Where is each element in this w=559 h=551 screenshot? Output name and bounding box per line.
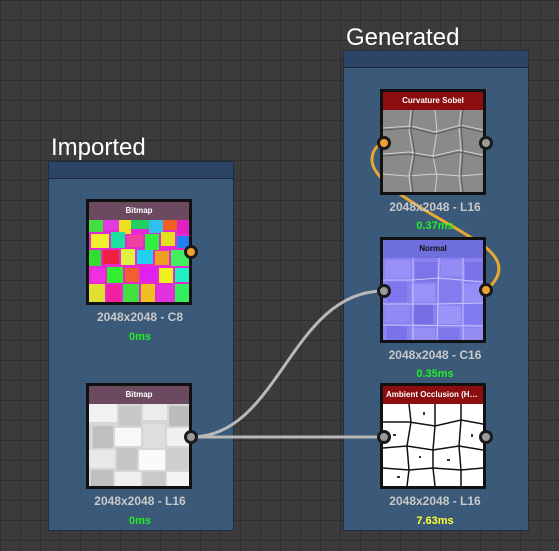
bitmap-color-output-port[interactable] (184, 245, 198, 259)
gray-bitmap-thumbnail (89, 404, 189, 486)
node-time: 0.35ms (416, 368, 454, 380)
ambient-occlusion-output-port[interactable] (479, 430, 493, 444)
normal-output-port[interactable] (479, 283, 493, 297)
node-time: 7.63ms (416, 515, 454, 527)
bitmap-gray-node[interactable]: Bitmap (86, 383, 192, 489)
node-resolution: 2048x2048 - C16 (388, 348, 482, 362)
link-bitmap-to-normal[interactable] (190, 289, 385, 439)
node-resolution: 2048x2048 - L16 (389, 200, 481, 214)
node-title: Bitmap (89, 386, 189, 404)
node-title: Curvature Sobel (383, 92, 483, 110)
ambient-occlusion-input-port[interactable] (377, 430, 391, 444)
bitmap-color-node[interactable]: Bitmap (86, 199, 192, 305)
node-title: Normal (383, 240, 483, 258)
node-title: Bitmap (89, 202, 189, 220)
normal-thumbnail (383, 258, 483, 340)
node-time: 0ms (128, 515, 152, 527)
node-time: 0ms (128, 331, 152, 343)
curvature-output-port[interactable] (479, 136, 493, 150)
node-resolution: 2048x2048 - L16 (94, 494, 186, 508)
bitmap-gray-output-port[interactable] (184, 430, 198, 444)
color-bitmap-thumbnail (89, 220, 189, 302)
node-title: Ambient Occlusion (HB... (383, 386, 483, 404)
curvature-thumbnail (383, 110, 483, 192)
node-resolution: 2048x2048 - C8 (96, 310, 184, 324)
normal-node[interactable]: Normal (380, 237, 486, 343)
node-resolution: 2048x2048 - L16 (389, 494, 481, 508)
node-time: 0.37ms (416, 220, 454, 232)
curvature-input-port[interactable] (377, 136, 391, 150)
ambient-occlusion-thumbnail (383, 404, 483, 486)
ambient-occlusion-node[interactable]: Ambient Occlusion (HB... (380, 383, 486, 489)
normal-input-port[interactable] (377, 284, 391, 298)
curvature-sobel-node[interactable]: Curvature Sobel (380, 89, 486, 195)
